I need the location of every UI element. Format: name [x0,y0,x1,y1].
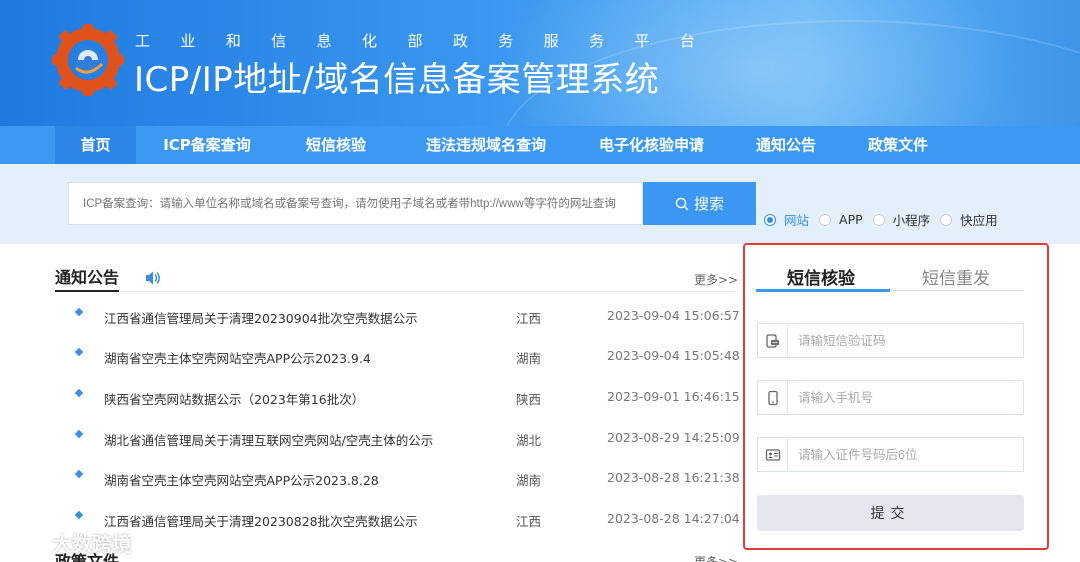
search-band: 搜索 网站 APP 小程序 快应用 [0,164,1080,244]
notice-title[interactable]: 湖北省通信管理局关于清理互联网空壳网站/空壳主体的公示 [104,430,433,449]
site-title: ICP/IP地址/域名信息备案管理系统 [134,60,660,100]
radio-website[interactable]: 网站 [764,210,809,229]
notice-date: 2023-09-01 16:46:15 [607,389,740,404]
id-card-icon [758,438,788,471]
notice-title[interactable]: 湖南省空壳主体空壳网站空壳APP公示2023.9.4 [104,348,371,367]
notice-province: 陕西 [516,392,542,407]
bullet-icon [74,429,84,439]
nav-item-illegal-domain[interactable]: 违法违规域名查询 [411,126,561,164]
tab-sms-verify[interactable]: 短信核验 [787,264,855,289]
subtitle-char: 业 [180,32,196,50]
notice-province: 江西 [516,514,542,529]
sms-code-field [757,323,1024,358]
notices-title: 通知公告 [55,268,120,287]
radio-label: APP [839,212,863,227]
id-number-field [757,437,1024,472]
subtitle-char: 务 [589,32,605,50]
radio-label: 网站 [784,213,810,228]
id-number-input[interactable] [788,447,1018,462]
bullet-icon [74,307,84,317]
subtitle-char: 台 [679,32,695,50]
search-icon [675,197,689,210]
radio-mini-program[interactable]: 小程序 [872,210,931,229]
sms-code-icon [758,324,788,357]
nav-item-notices[interactable]: 通知公告 [741,126,831,164]
notice-item[interactable]: 湖南省空壳主体空壳网站空壳APP公示2023.9.4 湖南 2023-09-04… [0,336,740,376]
radio-quick-app[interactable]: 快应用 [940,210,998,229]
subtitle-char: 和 [225,32,241,50]
radio-label: 快应用 [960,213,998,228]
subtitle-char: 工 [135,32,151,50]
notice-item[interactable]: 陕西省空壳网站数据公示（2023年第16批次） 陕西 2023-09-01 16… [0,377,740,417]
notice-title[interactable]: 江西省通信管理局关于清理20230828批次空壳数据公示 [104,511,418,530]
search-button[interactable]: 搜索 [643,182,756,225]
phone-field [757,380,1024,415]
active-tab-indicator [756,289,890,292]
icp-search-input[interactable] [68,182,643,225]
notice-date: 2023-09-04 15:05:48 [607,348,740,363]
bullet-icon [74,469,84,479]
search-type-options: 网站 APP 小程序 快应用 [764,210,1008,229]
site-header: 工 业 和 信 息 化 部 政 务 服 务 平 台 ICP/IP地址/域名信息备… [0,0,1080,126]
subtitle-char: 政 [452,32,468,50]
subtitle-char: 务 [498,32,514,50]
notices-title-underline [55,290,119,292]
watermark-logo-icon [10,534,48,551]
notice-date: 2023-08-29 14:25:09 [607,430,740,445]
notice-date: 2023-08-28 16:21:38 [607,470,740,485]
notice-province: 湖北 [516,433,542,448]
watermark-text: 大数跨境 [52,532,132,556]
subtitle-char: 服 [543,32,559,50]
phone-icon [758,381,788,414]
nav-item-e-verify[interactable]: 电子化核验申请 [584,126,719,164]
submit-button[interactable]: 提交 [757,495,1024,531]
notice-title[interactable]: 江西省通信管理局关于清理20230904批次空壳数据公示 [104,308,418,327]
subtitle-char: 信 [271,32,287,50]
nav-item-policy[interactable]: 政策文件 [853,126,943,164]
sms-code-input[interactable] [788,333,1018,348]
notices-divider [55,291,735,292]
radio-dot [764,213,776,226]
phone-input[interactable] [788,390,1018,405]
notice-title[interactable]: 湖南省空壳主体空壳网站空壳APP公示2023.8.28 [104,470,379,489]
subtitle-char: 平 [634,32,650,50]
notice-date: 2023-08-28 14:27:04 [607,511,740,526]
notice-item[interactable]: 湖北省通信管理局关于清理互联网空壳网站/空壳主体的公示 湖北 2023-08-2… [0,418,740,458]
notice-province: 江西 [516,311,542,326]
notice-item[interactable]: 湖南省空壳主体空壳网站空壳APP公示2023.8.28 湖南 2023-08-2… [0,458,740,498]
subtitle-char: 化 [362,32,378,50]
radio-app[interactable]: APP [819,212,863,227]
notice-date: 2023-09-04 15:06:57 [607,308,740,323]
notice-province: 湖南 [516,351,542,366]
bullet-icon [74,510,84,520]
main-nav: 首页 ICP备案查询 短信核验 违法违规域名查询 电子化核验申请 通知公告 政策… [0,126,1080,164]
bullet-icon [74,347,84,357]
radio-dot [819,213,832,226]
radio-dot [940,213,953,226]
policy-more-link[interactable]: 更多>> [694,553,738,562]
notices-more-link[interactable]: 更多>> [694,271,738,288]
header-subtitle: 工 业 和 信 息 化 部 政 务 服 务 平 台 [135,30,695,51]
nav-item-sms-verify[interactable]: 短信核验 [291,126,381,164]
notice-province: 湖南 [516,473,542,488]
nav-item-icp-query[interactable]: ICP备案查询 [148,126,266,164]
tab-sms-resend[interactable]: 短信重发 [922,264,990,289]
bullet-icon [74,388,84,398]
speaker-icon [146,271,160,285]
miit-logo-icon [52,24,124,96]
radio-dot [872,213,885,226]
search-button-label: 搜索 [693,195,724,213]
subtitle-char: 部 [407,32,423,50]
watermark: 大数跨境 [8,528,132,557]
radio-label: 小程序 [892,213,931,228]
notice-title[interactable]: 陕西省空壳网站数据公示（2023年第16批次） [104,389,364,408]
subtitle-char: 息 [316,32,332,50]
notice-item[interactable]: 江西省通信管理局关于清理20230904批次空壳数据公示 江西 2023-09-… [0,296,740,336]
nav-item-home[interactable]: 首页 [55,126,136,164]
